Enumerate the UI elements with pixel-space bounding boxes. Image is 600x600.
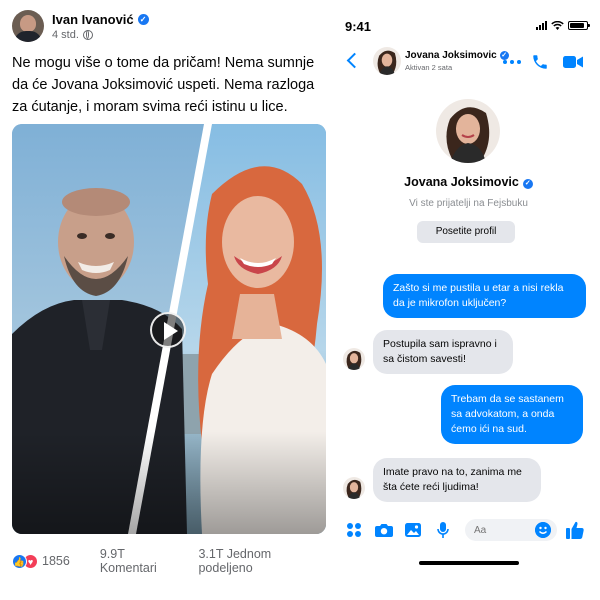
apps-menu-icon[interactable] [347,523,361,537]
friends-note: Vi ste prijatelji na Fejsbuku [409,198,528,209]
comments-link[interactable]: 9.9T Komentari [100,547,185,575]
verified-badge-icon: ✓ [499,51,509,60]
thumbs-up-icon[interactable] [566,521,584,539]
contact-avatar[interactable] [373,47,401,75]
status-time: 9:41 [345,19,372,34]
play-button[interactable] [150,312,186,348]
profile-avatar[interactable] [436,99,500,163]
more-options-icon[interactable] [503,60,521,64]
post-time[interactable]: 4 std. [52,29,79,41]
gallery-icon[interactable] [405,523,421,537]
battery-icon [568,21,590,30]
contact-name-row: Jovana Joksimovic ✓ [405,50,509,61]
author-name[interactable]: Ivan Ivanović [52,12,134,27]
phone-call-icon[interactable] [531,53,549,71]
post-text: Ne mogu više o tome da pričam! Nema sumn… [12,55,315,115]
play-icon [164,322,178,340]
contact-status: Aktivan 2 sata [405,63,453,72]
visit-profile-button[interactable]: Posetite profil [417,221,515,243]
reaction-count: 1856 [42,554,70,568]
post-footer: 👍 ♥ 1856 9.9T Komentari 3.1T Jednom pode… [12,547,328,575]
signal-icon [536,21,547,30]
camera-icon[interactable] [375,523,393,537]
post-meta: 4 std. [52,29,149,41]
facebook-post: Ivan Ivanović ✓ 4 std. Ne mogu više o to… [0,0,336,600]
verified-badge-icon: ✓ [522,179,533,189]
contact-name[interactable]: Jovana Joksimovic [405,50,497,61]
profile-name-text: Jovana Joksimovic [404,175,519,189]
message-outgoing[interactable]: Trebam da se sastanem sa advokatom, a on… [441,385,583,444]
author-name-row: Ivan Ivanović ✓ [52,12,149,27]
message-composer [337,515,600,545]
messenger-screen: 9:41 Jovana Joksimovic ✓ Aktivan 2 sata … [337,0,600,600]
post-video[interactable] [12,124,326,534]
globe-icon [82,29,93,40]
post-header: Ivan Ivanović ✓ 4 std. [12,10,149,42]
back-arrow-icon[interactable] [346,52,363,69]
message-incoming[interactable]: Postupila sam ispravno i sa čistom saves… [373,330,513,374]
status-bar: 9:41 [337,0,600,44]
video-call-icon[interactable] [563,55,583,69]
author-info: Ivan Ivanović ✓ 4 std. [52,12,149,41]
shares-link[interactable]: 3.1T Jednom podeljeno [198,547,328,575]
wifi-icon [551,21,564,30]
home-indicator [419,561,519,565]
microphone-icon[interactable] [437,522,449,538]
message-incoming[interactable]: Imate pravo na to, zanima me šta ćete re… [373,458,541,502]
like-icon: 👍 [12,553,27,569]
contact-chat-avatar [343,477,365,499]
contact-chat-avatar [343,348,365,370]
verified-badge-icon: ✓ [137,13,149,25]
message-outgoing[interactable]: Zašto si me pustila u etar a nisi rekla … [383,274,586,318]
status-icons [536,21,590,30]
author-avatar[interactable] [12,10,44,42]
chat-header: Jovana Joksimovic ✓ Aktivan 2 sata [337,44,600,82]
profile-name: Jovana Joksimovic ✓ [337,175,600,189]
reactions[interactable]: 👍 ♥ 1856 [12,553,70,569]
emoji-icon[interactable] [535,522,551,538]
